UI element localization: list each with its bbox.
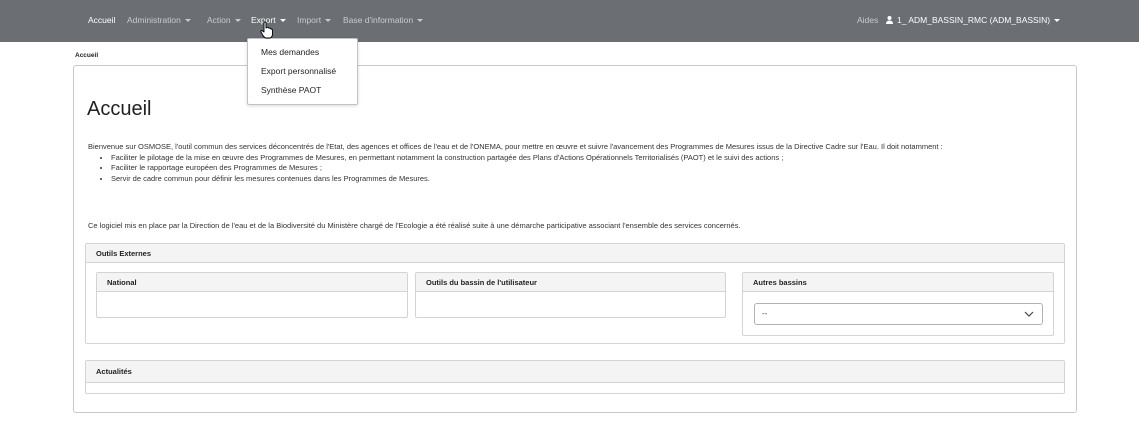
chevron-down-icon [1024, 311, 1034, 317]
closing-text: Ce logiciel mis en place par la Directio… [88, 221, 741, 230]
nav-action[interactable]: Action [207, 15, 241, 25]
autres-bassins-select[interactable]: -- [754, 303, 1043, 325]
intro-bullet-list: Faciliter le pilotage de la mise en œuvr… [88, 153, 1068, 185]
autres-bassins-heading: Autres bassins [743, 273, 1053, 292]
caret-down-icon [417, 19, 424, 22]
caret-down-icon [325, 19, 332, 22]
nav-user-menu[interactable]: 1_ ADM_BASSIN_RMC (ADM_BASSIN) [886, 15, 1061, 25]
menu-item-mes-demandes[interactable]: Mes demandes [248, 43, 357, 62]
nav-accueil-label: Accueil [88, 15, 116, 25]
intro-block: Bienvenue sur OSMOSE, l'outil commun des… [88, 142, 1068, 184]
page-title: Accueil [87, 98, 152, 121]
outils-externes-heading: Outils Externes [86, 244, 1064, 263]
caret-down-icon [279, 19, 286, 22]
nav-base-information-label: Base d'information [343, 15, 414, 25]
nav-administration[interactable]: Administration [127, 15, 191, 25]
nav-administration-label: Administration [127, 15, 181, 25]
caret-down-icon [234, 19, 241, 22]
national-heading: National [97, 273, 407, 292]
intro-text: Bienvenue sur OSMOSE, l'outil commun des… [88, 142, 943, 151]
outils-externes-panel: Outils Externes National Outils du bassi… [85, 243, 1065, 344]
nav-accueil[interactable]: Accueil [88, 15, 115, 25]
bassin-utilisateur-heading: Outils du bassin de l'utilisateur [416, 273, 725, 292]
autres-bassins-panel: Autres bassins -- [742, 272, 1054, 336]
top-navbar: Accueil Administration Action Export Imp… [0, 0, 1139, 42]
menu-item-export-personnalise[interactable]: Export personnalisé [248, 62, 357, 81]
nav-import[interactable]: Import [297, 15, 332, 25]
hand-cursor-icon [260, 21, 273, 39]
nav-aides[interactable]: Aides [857, 15, 878, 25]
national-panel: National [96, 272, 408, 318]
bassin-utilisateur-panel: Outils du bassin de l'utilisateur [415, 272, 726, 318]
autres-bassins-select-value: -- [762, 309, 768, 318]
nav-action-label: Action [207, 15, 231, 25]
nav-base-information[interactable]: Base d'information [343, 15, 424, 25]
nav-user-label: 1_ ADM_BASSIN_RMC (ADM_BASSIN) [897, 15, 1051, 25]
nav-aides-label: Aides [857, 15, 879, 25]
nav-import-label: Import [297, 15, 322, 25]
actualites-panel: Actualités [85, 360, 1065, 394]
intro-bullet: Faciliter le pilotage de la mise en œuvr… [111, 153, 1068, 164]
actualites-heading: Actualités [86, 361, 1064, 383]
breadcrumb: Accueil [75, 52, 99, 59]
intro-bullet: Servir de cadre commun pour définir les … [111, 174, 1068, 185]
export-dropdown-menu: Mes demandes Export personnalisé Synthès… [247, 38, 358, 105]
user-icon [886, 16, 893, 24]
home-card: Accueil Bienvenue sur OSMOSE, l'outil co… [73, 65, 1077, 413]
caret-down-icon [184, 19, 191, 22]
intro-bullet: Faciliter le rapportage européen des Pro… [111, 163, 1068, 174]
menu-item-synthese-paot[interactable]: Synthèse PAOT [248, 81, 357, 100]
caret-down-icon [1054, 19, 1061, 22]
